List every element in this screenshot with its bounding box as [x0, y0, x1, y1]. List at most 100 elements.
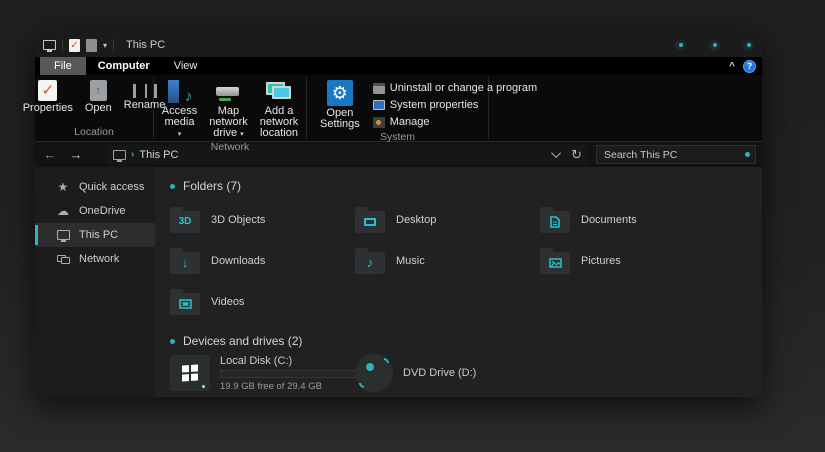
- collapse-chevron-icon[interactable]: [170, 338, 175, 344]
- search-box[interactable]: [596, 145, 756, 164]
- folder-label: Pictures: [581, 254, 621, 267]
- properties-label: Properties: [22, 102, 73, 114]
- new-folder-qat-icon[interactable]: [86, 38, 97, 52]
- sidebar-item-this-pc[interactable]: This PC: [35, 223, 155, 247]
- quick-access-toolbar: ✓ ▾ This PC: [43, 38, 166, 52]
- drives-grid: Local Disk (C:) 19.9 GB free of 29.4 GB …: [170, 354, 762, 392]
- ribbon-group-system: ⚙ Open Settings Uninstall or change a pr…: [307, 75, 537, 143]
- ribbon-group-network: ♪ Access media ▾ Map network drive ▾ Add…: [154, 75, 306, 153]
- map-network-drive-icon: [215, 80, 241, 104]
- sidebar-item-quick-access[interactable]: ★ Quick access: [35, 175, 155, 199]
- windows-logo-icon: [182, 364, 198, 382]
- window-controls: [675, 33, 754, 57]
- local-disk-icon: [170, 355, 210, 391]
- map-network-drive-button[interactable]: Map network drive ▾: [204, 79, 253, 141]
- sidebar-item-label: OneDrive: [79, 205, 126, 217]
- manage-button[interactable]: Manage: [372, 114, 537, 130]
- uninstall-program-button[interactable]: Uninstall or change a program: [372, 80, 537, 96]
- customize-toolbar-arrow-icon[interactable]: ▾: [103, 41, 107, 50]
- search-icon[interactable]: [745, 152, 750, 157]
- folder-tile-downloads[interactable]: ↓ Downloads: [170, 240, 355, 281]
- navigation-pane: ★ Quick access ☁ OneDrive This PC Networ…: [35, 167, 155, 397]
- access-media-icon: ♪: [166, 80, 192, 104]
- window-title: This PC: [126, 39, 166, 51]
- downloads-folder-icon: ↓: [170, 247, 200, 274]
- group-label-system: System: [379, 131, 415, 143]
- folders-section-header[interactable]: Folders (7): [170, 179, 762, 193]
- dropdown-arrow-icon: ▾: [177, 131, 182, 138]
- system-properties-button[interactable]: System properties: [372, 97, 537, 113]
- system-small-buttons: Uninstall or change a program System pro…: [372, 79, 537, 130]
- tab-view[interactable]: View: [162, 57, 210, 75]
- folder-tile-desktop[interactable]: Desktop: [355, 199, 540, 240]
- close-button[interactable]: [743, 39, 754, 51]
- desktop: { "colors": { "accent": "#2bb3c0", "help…: [0, 0, 825, 452]
- access-media-label: Access media: [161, 105, 198, 128]
- settings-gear-icon: ⚙: [326, 80, 353, 106]
- tab-row-controls: ^ ?: [729, 57, 756, 75]
- properties-qat-icon[interactable]: ✓: [69, 38, 80, 52]
- content-area: ★ Quick access ☁ OneDrive This PC Networ…: [35, 167, 762, 397]
- drive-tile-dvd-d[interactable]: DVD Drive (D:): [355, 354, 575, 392]
- address-dropdown-icon[interactable]: [551, 148, 562, 159]
- ribbon-group-location: ✓ Properties ↑ Open Rename Location: [23, 75, 165, 141]
- access-media-button[interactable]: ♪ Access media ▾: [157, 79, 202, 141]
- group-label-network: Network: [210, 141, 250, 153]
- drive-tile-local-disk-c[interactable]: Local Disk (C:) 19.9 GB free of 29.4 GB: [170, 354, 370, 392]
- divider: [113, 39, 115, 51]
- add-network-location-label: Add a network location: [259, 105, 299, 139]
- sidebar-item-label: Quick access: [79, 181, 145, 193]
- manage-label: Manage: [389, 116, 430, 128]
- folder-tile-music[interactable]: ♪ Music: [355, 240, 540, 281]
- back-arrow-icon[interactable]: ←: [41, 147, 59, 162]
- drive-name: Local Disk (C:): [220, 354, 293, 367]
- open-settings-button[interactable]: ⚙ Open Settings: [315, 79, 365, 131]
- ribbon: ✓ Properties ↑ Open Rename Location ♪ Ac…: [23, 75, 762, 153]
- breadcrumb-chevron-icon[interactable]: ›: [131, 149, 134, 160]
- videos-folder-icon: [170, 288, 200, 315]
- folder-label: Music: [396, 254, 425, 267]
- open-button[interactable]: ↑ Open: [80, 79, 117, 115]
- folder-tile-pictures[interactable]: Pictures: [540, 240, 725, 281]
- sidebar-item-network[interactable]: Network: [35, 247, 155, 271]
- folder-tile-documents[interactable]: Documents: [540, 199, 725, 240]
- star-icon: ★: [57, 180, 69, 194]
- forward-arrow-icon[interactable]: →: [67, 147, 85, 162]
- 3d-objects-folder-icon: 3D: [170, 206, 200, 233]
- tab-file[interactable]: File: [40, 57, 86, 75]
- drive-name: DVD Drive (D:): [403, 367, 477, 379]
- this-pc-icon: [43, 40, 56, 52]
- folders-header-label: Folders (7): [183, 179, 242, 193]
- minimize-ribbon-icon[interactable]: ^: [729, 61, 735, 72]
- pictures-folder-icon: [540, 247, 570, 274]
- manage-icon: [372, 116, 385, 128]
- capacity-text: 19.9 GB free of 29.4 GB: [220, 380, 322, 392]
- properties-button[interactable]: ✓ Properties: [18, 79, 78, 115]
- capacity-bar: [220, 369, 370, 378]
- file-list-pane: Folders (7) 3D 3D Objects Desktop Docume…: [155, 167, 762, 397]
- file-explorer-window: ✓ ▾ This PC File Computer View ^ ? ✓ Pro…: [23, 33, 762, 397]
- minimize-button[interactable]: [675, 39, 686, 51]
- tab-computer[interactable]: Computer: [86, 57, 162, 75]
- music-folder-icon: ♪: [355, 247, 385, 274]
- titlebar[interactable]: ✓ ▾ This PC: [35, 33, 762, 57]
- monitor-icon: [56, 230, 70, 242]
- add-network-location-icon: [265, 80, 292, 104]
- open-label: Open: [84, 102, 112, 114]
- folder-tile-3d-objects[interactable]: 3D 3D Objects: [170, 199, 355, 240]
- maximize-button[interactable]: [709, 39, 720, 51]
- this-pc-icon: [113, 149, 126, 162]
- search-input[interactable]: [604, 148, 739, 161]
- folder-label: Desktop: [396, 213, 437, 226]
- ribbon-tab-row: File Computer View ^ ?: [35, 57, 762, 75]
- add-network-location-button[interactable]: Add a network location: [255, 79, 304, 140]
- help-icon[interactable]: ?: [743, 59, 756, 73]
- open-settings-label: Open Settings: [320, 107, 360, 130]
- collapse-chevron-icon[interactable]: [170, 183, 175, 189]
- devices-section-header[interactable]: Devices and drives (2): [170, 334, 762, 348]
- refresh-icon[interactable]: ↻: [571, 147, 582, 163]
- folder-label: Videos: [211, 295, 245, 308]
- folder-tile-videos[interactable]: Videos: [170, 281, 355, 322]
- properties-icon: ✓: [38, 80, 58, 101]
- sidebar-item-onedrive[interactable]: ☁ OneDrive: [35, 199, 155, 223]
